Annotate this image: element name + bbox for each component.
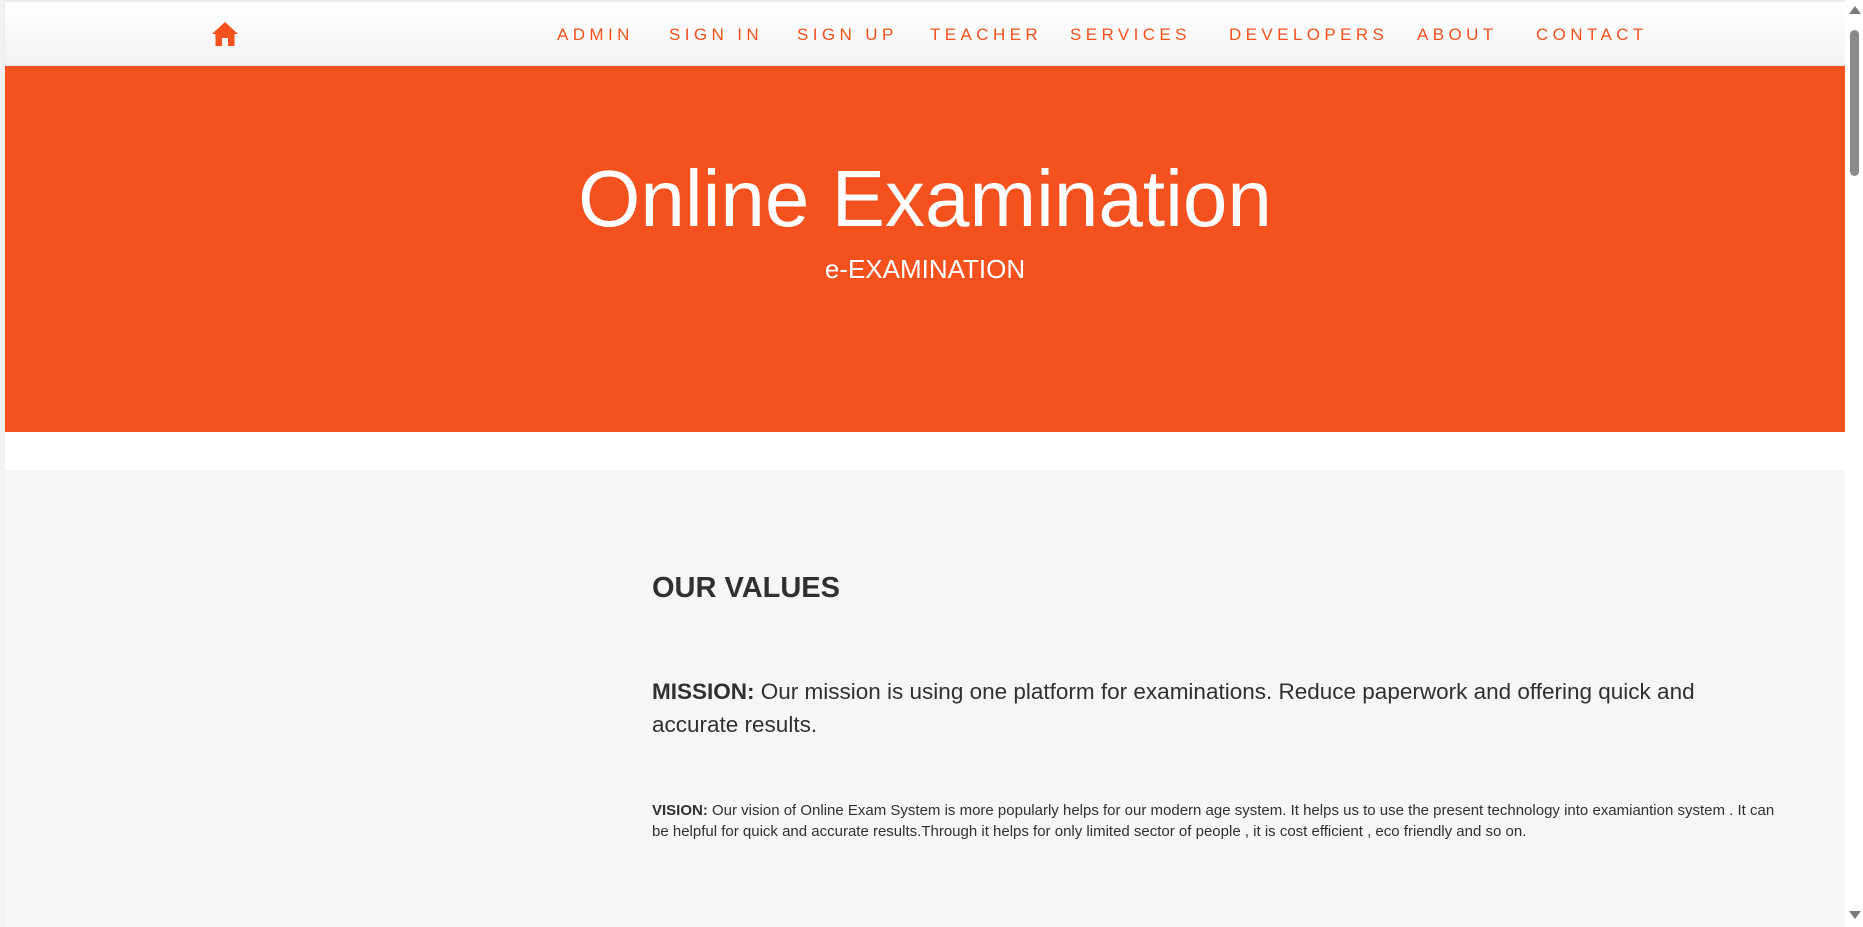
mission-paragraph: MISSION: Our mission is using one platfo…	[652, 675, 1777, 741]
mission-text: Our mission is using one platform for ex…	[652, 679, 1695, 737]
mission-label: MISSION:	[652, 679, 755, 704]
vision-label: VISION:	[652, 802, 708, 819]
scroll-up-arrow-icon[interactable]	[1849, 6, 1861, 14]
nav-item-about[interactable]: ABOUT	[1417, 25, 1498, 45]
values-title: OUR VALUES	[652, 572, 840, 604]
vision-text: Our vision of Online Exam System is more…	[652, 802, 1775, 840]
hero-banner: Online Examination e-EXAMINATION	[5, 66, 1845, 432]
scrollbar-thumb[interactable]	[1850, 30, 1859, 176]
nav-item-teacher[interactable]: TEACHER	[930, 25, 1042, 45]
scroll-down-arrow-icon[interactable]	[1849, 911, 1861, 919]
nav-item-sign-up[interactable]: SIGN UP	[797, 25, 898, 45]
values-section: OUR VALUES MISSION: Our mission is using…	[5, 470, 1845, 927]
hero-subtitle: e-EXAMINATION	[824, 254, 1026, 284]
vertical-scrollbar[interactable]	[1845, 0, 1863, 927]
nav-item-sign-in[interactable]: SIGN IN	[669, 25, 763, 45]
nav-item-services[interactable]: SERVICES	[1070, 25, 1191, 45]
nav-menu: ADMIN SIGN IN SIGN UP TEACHER SERVICES D…	[5, 2, 1845, 65]
hero-title: Online Examination	[578, 154, 1272, 243]
nav-item-admin[interactable]: ADMIN	[557, 25, 634, 45]
page: ADMIN SIGN IN SIGN UP TEACHER SERVICES D…	[5, 2, 1845, 927]
vision-paragraph: VISION: Our vision of Online Exam System…	[652, 800, 1777, 842]
nav-item-contact[interactable]: CONTACT	[1536, 25, 1648, 45]
nav-item-developers[interactable]: DEVELOPERS	[1229, 25, 1388, 45]
browser-viewport: ADMIN SIGN IN SIGN UP TEACHER SERVICES D…	[0, 0, 1863, 927]
navbar: ADMIN SIGN IN SIGN UP TEACHER SERVICES D…	[5, 2, 1845, 66]
